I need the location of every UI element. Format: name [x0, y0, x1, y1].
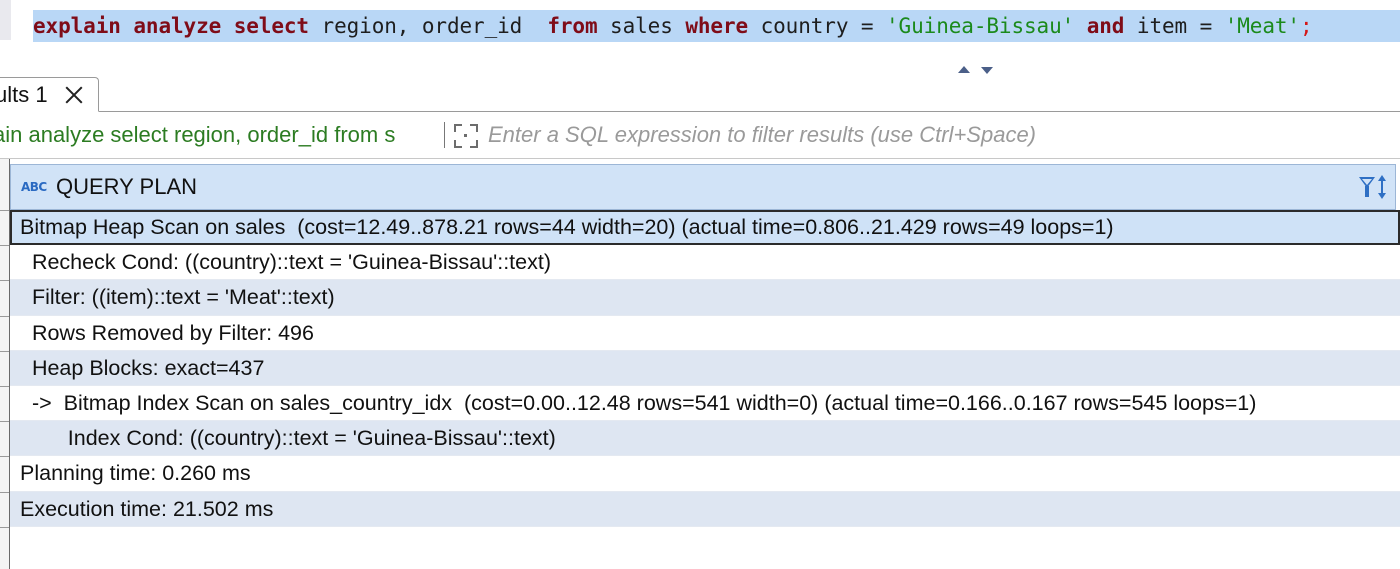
column-header-query-plan[interactable]: ABC QUERY PLAN	[10, 164, 1396, 210]
query-plan-cell: Bitmap Heap Scan on sales (cost=12.49..8…	[20, 215, 1114, 239]
sql-token: 'Meat'	[1224, 14, 1300, 38]
query-plan-cell: Rows Removed by Filter: 496	[20, 320, 314, 345]
table-row[interactable]: Filter: ((item)::text = 'Meat'::text)	[10, 280, 1400, 316]
sql-token: country =	[748, 14, 887, 38]
text-type-icon: ABC	[21, 180, 47, 194]
table-row[interactable]: Heap Blocks: exact=437	[10, 350, 1400, 386]
gutter-divider	[0, 526, 9, 528]
results-tab-bar: ults 1	[0, 77, 1400, 112]
table-row[interactable]: -> Bitmap Index Scan on sales_country_id…	[10, 385, 1400, 422]
tab-results-1[interactable]: ults 1	[0, 77, 99, 112]
table-row[interactable]: Index Cond: ((country)::text = 'Guinea-B…	[10, 421, 1400, 457]
next-arrow-icon[interactable]	[981, 67, 993, 74]
sql-token: analyze	[133, 14, 222, 38]
query-plan-cell: Recheck Cond: ((country)::text = 'Guinea…	[20, 250, 551, 275]
query-plan-cell: Planning time: 0.260 ms	[20, 461, 251, 486]
query-plan-cell: -> Bitmap Index Scan on sales_country_id…	[20, 390, 1257, 415]
sql-token: from	[547, 14, 598, 38]
sql-token: select	[233, 14, 309, 38]
query-plan-cell: Heap Blocks: exact=437	[20, 355, 265, 380]
gutter-divider	[0, 245, 9, 247]
gutter-divider	[0, 315, 9, 317]
sql-token: item =	[1124, 14, 1225, 38]
gutter-divider	[0, 421, 9, 423]
table-row[interactable]: Rows Removed by Filter: 496	[10, 315, 1400, 351]
results-grid: ABC QUERY PLAN Bitmap Heap Scan on sales…	[0, 159, 1400, 569]
row-number-gutter	[0, 159, 10, 569]
query-plan-cell: Index Cond: ((country)::text = 'Guinea-B…	[20, 426, 556, 451]
gutter-divider	[0, 210, 9, 211]
editor-gutter	[0, 0, 11, 40]
gutter-divider	[0, 491, 9, 493]
sql-token: explain	[33, 14, 121, 38]
gutter-divider	[0, 456, 9, 458]
result-navigation	[956, 66, 996, 76]
query-plan-rows: Bitmap Heap Scan on sales (cost=12.49..8…	[10, 210, 1400, 527]
filter-bar: ain analyze select region, order_id from…	[0, 112, 1400, 159]
close-icon[interactable]	[65, 86, 83, 104]
gutter-divider	[0, 386, 9, 387]
sql-token: sales	[597, 14, 686, 38]
sql-token: where	[685, 14, 749, 38]
expand-icon[interactable]	[453, 123, 479, 149]
previous-arrow-icon[interactable]	[958, 66, 970, 73]
sql-statement-line[interactable]: explain analyze select region, order_id …	[33, 10, 1400, 42]
sql-token: ;	[1299, 14, 1313, 38]
sql-token: 'Guinea-Bissau'	[886, 14, 1075, 38]
filter-sort-icon[interactable]	[1359, 175, 1387, 201]
table-row[interactable]: Recheck Cond: ((country)::text = 'Guinea…	[10, 245, 1400, 281]
table-row[interactable]: Planning time: 0.260 ms	[10, 456, 1400, 492]
gutter-divider	[0, 350, 9, 352]
table-row[interactable]: Execution time: 21.502 ms	[10, 491, 1400, 527]
table-row[interactable]: Bitmap Heap Scan on sales (cost=12.49..8…	[10, 210, 1400, 246]
divider	[444, 122, 445, 148]
sql-editor[interactable]: explain analyze select region, order_id …	[0, 0, 1400, 74]
active-query-text: ain analyze select region, order_id from…	[0, 122, 396, 147]
gutter-divider	[0, 280, 9, 282]
query-plan-cell: Execution time: 21.502 ms	[20, 496, 274, 521]
column-title: QUERY PLAN	[56, 174, 198, 199]
tab-label: ults 1	[0, 82, 48, 107]
query-plan-cell: Filter: ((item)::text = 'Meat'::text)	[20, 285, 335, 310]
filter-expression-input[interactable]	[488, 118, 1388, 152]
sql-token: region, order_id	[308, 14, 548, 38]
sql-token: and	[1086, 14, 1125, 38]
